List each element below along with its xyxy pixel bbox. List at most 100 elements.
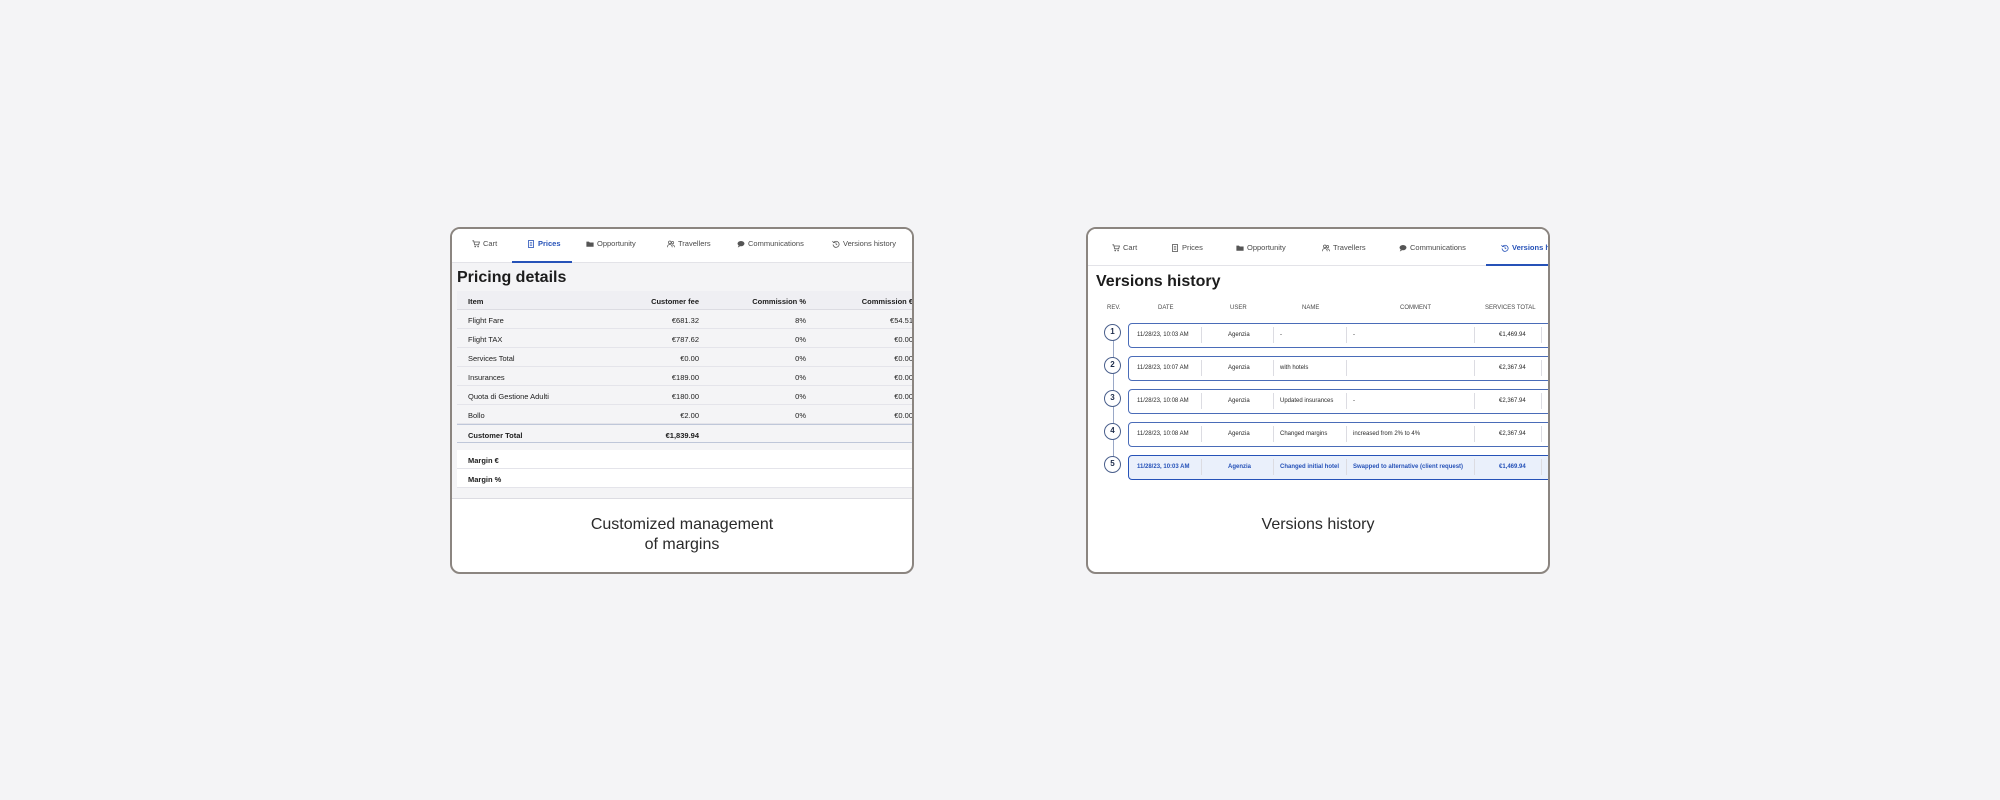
users-icon xyxy=(1322,244,1330,251)
chat-icon xyxy=(737,240,745,247)
tab-label: Cart xyxy=(1123,243,1138,252)
cell-divider xyxy=(1201,459,1202,475)
cell-user: Agenzia xyxy=(1228,431,1250,437)
cell-divider xyxy=(1201,426,1202,442)
cell-divider xyxy=(1201,360,1202,376)
total-fee: €1,839.94 xyxy=(665,431,699,440)
chat-icon xyxy=(1399,244,1407,251)
cell-commission-eur: €0.00 xyxy=(894,335,912,344)
cell-divider xyxy=(1346,459,1347,475)
cell-divider xyxy=(1541,360,1542,376)
cell-name: Changed margins xyxy=(1280,431,1328,437)
cell-divider xyxy=(1474,393,1475,409)
cell-divider xyxy=(1541,327,1542,343)
column-header-commission-eur: Commission € xyxy=(861,297,912,306)
version-row[interactable]: 11/28/23, 10:07 AM Agenzia with hotels €… xyxy=(1128,356,1548,381)
tab-label: Versions history xyxy=(843,239,896,248)
cell-date: 11/28/23, 10:07 AM xyxy=(1137,365,1189,371)
revision-badge: 3 xyxy=(1104,390,1121,407)
tab-travellers[interactable]: Travellers xyxy=(1322,243,1366,252)
cell-divider xyxy=(1273,426,1274,442)
cell-divider xyxy=(1201,327,1202,343)
tab-opportunity[interactable]: Opportunity xyxy=(586,239,636,248)
tab-label: Cart xyxy=(483,239,498,248)
tab-label: Prices xyxy=(1182,243,1203,252)
cell-divider xyxy=(1273,360,1274,376)
tab-versions-history[interactable]: Versions history xyxy=(1501,243,1548,252)
cell-user: Agenzia xyxy=(1228,398,1250,404)
version-row[interactable]: 11/28/23, 10:08 AM Agenzia Updated insur… xyxy=(1128,389,1548,414)
cell-services-total: €2,367.94 xyxy=(1499,398,1526,404)
caption-line-2: of margins xyxy=(644,536,720,553)
history-icon xyxy=(832,240,840,248)
tab-bar: Cart Prices Opportunity Travellers Commu… xyxy=(1088,229,1548,266)
table-row: Bollo €2.00 0% €0.00 xyxy=(457,405,912,424)
cell-comment xyxy=(1353,357,1473,379)
pricing-table: Item Customer fee Commission % Commissio… xyxy=(457,291,912,488)
cell-comment: - xyxy=(1353,332,1355,338)
cell-name: with hotels xyxy=(1280,365,1309,371)
cell-commission-pct: 0% xyxy=(795,373,806,382)
column-header-date: DATE xyxy=(1158,305,1174,311)
cell-item: Services Total xyxy=(468,354,515,363)
cell-commission-pct: 0% xyxy=(795,335,806,344)
column-header-fee: Customer fee xyxy=(651,297,699,306)
revision-badge: 5 xyxy=(1104,456,1121,473)
cell-divider xyxy=(1346,360,1347,376)
page-title: Pricing details xyxy=(457,269,567,286)
caption-line-1: Customized management xyxy=(590,516,774,533)
cell-comment: increased from 2% to 4% xyxy=(1353,431,1421,437)
tab-cart[interactable]: Cart xyxy=(1112,243,1137,252)
cell-divider xyxy=(1541,459,1542,475)
cell-fee: €787.62 xyxy=(671,335,699,344)
version-row[interactable]: 11/28/23, 10:03 AM Agenzia - - €1,469.94 xyxy=(1128,323,1548,348)
tab-communications[interactable]: Communications xyxy=(1399,243,1466,252)
cell-divider xyxy=(1474,426,1475,442)
cell-divider xyxy=(1273,327,1274,343)
cell-date: 11/28/23, 10:03 AM xyxy=(1137,464,1190,470)
cell-item: Quota di Gestione Adulti xyxy=(468,392,549,401)
version-row[interactable]: 11/28/23, 10:08 AM Agenzia Changed margi… xyxy=(1128,422,1548,447)
tab-label: Opportunity xyxy=(1247,243,1286,252)
column-header-rev: REV. xyxy=(1107,305,1121,311)
cell-divider xyxy=(1541,426,1542,442)
section-gap xyxy=(457,443,912,450)
cell-divider xyxy=(1541,393,1542,409)
tab-label: Opportunity xyxy=(597,239,636,248)
tab-prices[interactable]: Prices xyxy=(527,239,561,248)
revision-badge: 2 xyxy=(1104,357,1121,374)
cell-divider xyxy=(1346,327,1347,343)
tab-travellers[interactable]: Travellers xyxy=(667,239,711,248)
cell-name: - xyxy=(1280,332,1282,338)
page-title: Versions history xyxy=(1096,273,1221,290)
cell-user: Agenzia xyxy=(1228,365,1250,371)
cell-commission-eur: €0.00 xyxy=(894,373,912,382)
version-row-selected[interactable]: 11/28/23, 10:03 AM Agenzia Changed initi… xyxy=(1128,455,1548,480)
tab-label: Travellers xyxy=(678,239,711,248)
tab-communications[interactable]: Communications xyxy=(737,239,804,248)
cell-date: 11/28/23, 10:08 AM xyxy=(1137,431,1189,437)
cell-item: Flight TAX xyxy=(468,335,503,344)
tab-prices[interactable]: Prices xyxy=(1171,243,1203,252)
tab-cart[interactable]: Cart xyxy=(472,239,497,248)
cell-services-total: €2,367.94 xyxy=(1499,431,1526,437)
cell-date: 11/28/23, 10:08 AM xyxy=(1137,398,1189,404)
cart-icon xyxy=(472,239,480,247)
cart-icon xyxy=(1112,243,1120,251)
cell-commission-pct: 8% xyxy=(795,316,806,325)
cell-fee: €189.00 xyxy=(671,373,699,382)
total-label: Customer Total xyxy=(468,431,523,440)
cell-services-total: €1,469.94 xyxy=(1499,332,1526,338)
cell-commission-eur: €54.51 xyxy=(890,316,912,325)
tab-label: Communications xyxy=(1410,243,1466,252)
cell-comment: - xyxy=(1353,398,1355,404)
revision-badge: 4 xyxy=(1104,423,1121,440)
folder-icon xyxy=(1236,245,1244,251)
tab-versions-history[interactable]: Versions history xyxy=(832,239,896,248)
table-row: Insurances €189.00 0% €0.00 xyxy=(457,367,912,386)
tab-opportunity[interactable]: Opportunity xyxy=(1236,243,1286,252)
pricing-screenshot: Cart Prices Opportunity Travellers Commu… xyxy=(452,229,912,499)
receipt-icon xyxy=(1172,243,1178,252)
table-row: Quota di Gestione Adulti €180.00 0% €0.0… xyxy=(457,386,912,405)
cell-divider xyxy=(1474,459,1475,475)
